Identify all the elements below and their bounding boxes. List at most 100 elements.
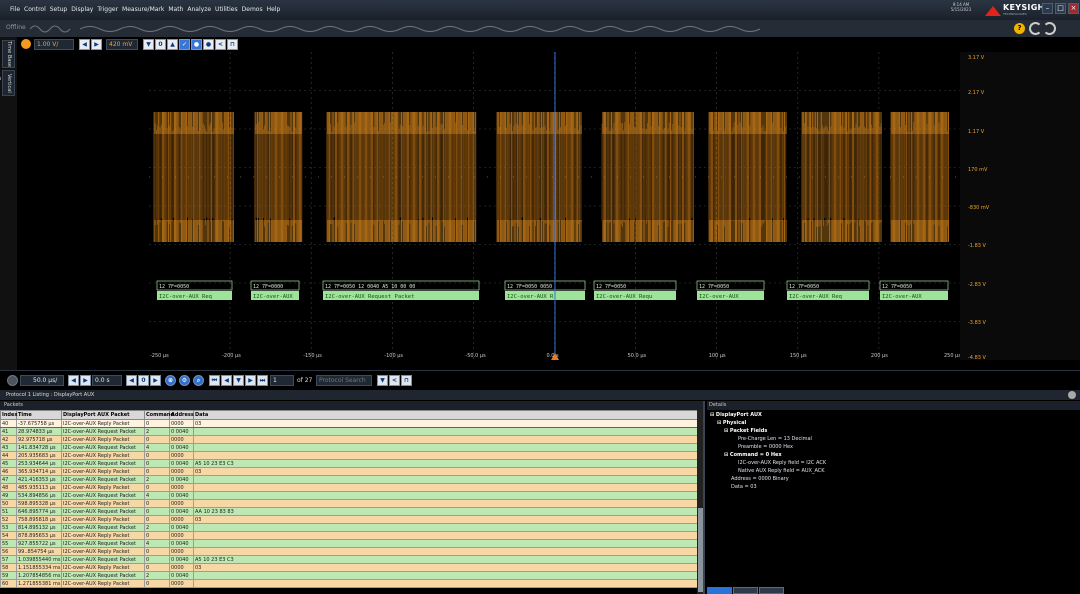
search-first-button[interactable]: ⏮	[209, 375, 220, 386]
menu-trigger[interactable]: Trigger	[95, 0, 120, 20]
table-row[interactable]: 52 758.895818 µs I2C-over-AUX Reply Packet…	[1, 516, 698, 524]
protocol-search-input[interactable]	[316, 375, 372, 386]
zoom-icon[interactable]: ⊕	[165, 375, 176, 386]
channel-offset-field[interactable]: 420 mV	[106, 39, 138, 50]
table-row[interactable]: 50 598.895328 µs I2C-over-AUX Reply Packet…	[1, 500, 698, 508]
menu-math[interactable]: Math	[166, 0, 185, 20]
menu-file[interactable]: File	[8, 0, 22, 20]
timebase-field[interactable]: 50.0 µs/	[20, 375, 64, 386]
table-row[interactable]: 57 1.039855440 ms I2C-over-AUX Request Pac…	[1, 556, 698, 564]
help-icon[interactable]: ?	[1014, 23, 1025, 34]
overview-waveform[interactable]	[30, 21, 1030, 36]
column-header[interactable]: Time	[17, 411, 62, 420]
detail-tree-item[interactable]: ⊟ Command = 0 Hex	[724, 452, 782, 458]
detail-tree-item[interactable]: ⊟ Physical	[717, 420, 746, 426]
detail-tree-item[interactable]: Pre-Charge Len = 13 Decimal	[738, 436, 812, 442]
table-cell: 0	[145, 516, 170, 524]
menu-utilities[interactable]: Utilities	[213, 0, 240, 20]
table-row[interactable]: 43 141.834728 µs I2C-over-AUX Request Pack…	[1, 444, 698, 452]
menu-control[interactable]: Control	[22, 0, 48, 20]
waveform-grid[interactable]: 12 7F=0050 I2C-over-AUX Req 12 7F=0000 I2C-…	[149, 52, 960, 360]
table-row[interactable]: 54 878.895653 µs I2C-over-AUX Reply Packet…	[1, 532, 698, 540]
close-button[interactable]: ×	[1068, 3, 1079, 14]
table-row[interactable]: 42 92.975718 µs I2C-over-AUX Reply Packet 0…	[1, 436, 698, 444]
table-cell: 45	[1, 460, 17, 468]
timebase-up-button[interactable]: ▶	[80, 375, 91, 386]
detail-tree-item[interactable]: Data = 03	[731, 484, 757, 490]
menu-setup[interactable]: Setup	[48, 0, 69, 20]
tab-timebase[interactable]: Time Base	[2, 40, 15, 68]
table-row[interactable]: 47 421.416353 µs I2C-over-AUX Request Pack…	[1, 476, 698, 484]
menu-analyze[interactable]: Analyze	[185, 0, 213, 20]
detail-tree-item[interactable]: Address = 0000 Binary	[731, 476, 789, 482]
detail-tree-item[interactable]: Preamble = 0000 Hex	[738, 444, 793, 450]
column-header[interactable]: DisplayPort AUX Packet	[62, 411, 145, 420]
search-index-field[interactable]: 1	[270, 375, 294, 386]
protocol-menu-icon[interactable]	[1068, 391, 1076, 399]
table-row[interactable]: 56 99..854754 µs I2C-over-AUX Reply Packet…	[1, 548, 698, 556]
table-row[interactable]: 49 534.894856 µs I2C-over-AUX Request Pack…	[1, 492, 698, 500]
channel-scale-field[interactable]: 1.00 V/	[34, 39, 74, 50]
column-header[interactable]: Index	[1, 411, 17, 420]
table-row[interactable]: 53 814.895132 µs I2C-over-AUX Request Pack…	[1, 524, 698, 532]
table-row[interactable]: 46 365.934714 µs I2C-over-AUX Reply Packet…	[1, 468, 698, 476]
menu-help[interactable]: Help	[265, 0, 283, 20]
search-last-button[interactable]: ⏭	[257, 375, 268, 386]
undo-icon[interactable]	[1029, 22, 1042, 35]
tab-details-3[interactable]	[759, 587, 784, 594]
position-center-button[interactable]: 0	[138, 375, 149, 386]
timebase-down-button[interactable]: ◀	[68, 375, 79, 386]
minimize-button[interactable]: –	[1042, 3, 1053, 14]
position-right-button[interactable]: ▶	[150, 375, 161, 386]
column-header[interactable]: Data	[194, 411, 698, 420]
search-icon[interactable]: ⌕	[193, 375, 204, 386]
table-row[interactable]: 41 28.974833 µs I2C-over-AUX Request Packe…	[1, 428, 698, 436]
channel-pin-icon[interactable]: ⊓	[227, 39, 238, 50]
search-prev-button[interactable]: ◀	[221, 375, 232, 386]
detail-tree-item[interactable]: ⊟ Packet Fields	[724, 428, 767, 434]
channel-zero-button[interactable]: 0	[155, 39, 166, 50]
search-options-button[interactable]: ▼	[377, 375, 388, 386]
channel-color-button[interactable]: ●	[191, 39, 202, 50]
table-row[interactable]: 48 485.935113 µs I2C-over-AUX Reply Packet…	[1, 484, 698, 492]
channel-invert-button[interactable]: ▼	[143, 39, 154, 50]
channel-menu-button[interactable]: ●	[203, 39, 214, 50]
table-row[interactable]: 59 1.207854856 ms I2C-over-AUX Request Pac…	[1, 572, 698, 580]
detail-tree-item[interactable]: Native AUX Reply field = AUX_ACK	[738, 468, 825, 474]
column-header[interactable]: Command	[145, 411, 170, 420]
table-row[interactable]: 58 1.151855334 ms I2C-over-AUX Reply Packe…	[1, 564, 698, 572]
position-left-button[interactable]: ◀	[126, 375, 137, 386]
redo-icon[interactable]	[1043, 22, 1056, 35]
detail-tree-item[interactable]: ⊟ DisplayPort AUX	[710, 412, 762, 418]
tab-details-2[interactable]	[733, 587, 758, 594]
channel-1-indicator[interactable]	[21, 39, 31, 49]
table-row[interactable]: 44 205.935683 µs I2C-over-AUX Reply Packet…	[1, 452, 698, 460]
search-pin-icon[interactable]: ⊓	[401, 375, 412, 386]
table-row[interactable]: 55 927.855722 µs I2C-over-AUX Request Pack…	[1, 540, 698, 548]
tab-vertical[interactable]: Vertical Base	[2, 70, 15, 96]
search-next-button[interactable]: ▶	[245, 375, 256, 386]
scroll-thumb[interactable]	[698, 508, 704, 592]
horizontal-icon[interactable]	[7, 375, 18, 386]
detail-tree-item[interactable]: I2C-over-AUX Reply field = I2C ACK	[738, 460, 826, 466]
channel-up-button[interactable]: ▲	[167, 39, 178, 50]
position-field[interactable]: 0.0 s	[92, 375, 122, 386]
column-header[interactable]: Address	[170, 411, 194, 420]
menu-measuremark[interactable]: Measure/Mark	[120, 0, 166, 20]
search-down-button[interactable]: ▼	[233, 375, 244, 386]
channel-enable-checkbox[interactable]: ✓	[179, 39, 190, 50]
menu-display[interactable]: Display	[69, 0, 95, 20]
channel-scale-down-button[interactable]: ◀	[79, 39, 90, 50]
channel-back-icon[interactable]: <	[215, 39, 226, 50]
search-back-icon[interactable]: <	[389, 375, 400, 386]
table-row[interactable]: 45 253.934644 µs I2C-over-AUX Request Pack…	[1, 460, 698, 468]
channel-scale-up-button[interactable]: ▶	[91, 39, 102, 50]
table-row[interactable]: 51 646.895774 µs I2C-over-AUX Request Pack…	[1, 508, 698, 516]
menu-demos[interactable]: Demos	[240, 0, 265, 20]
table-row[interactable]: 60 1.271855381 ms I2C-over-AUX Reply Packe…	[1, 580, 698, 588]
settings-icon[interactable]: ⚙	[179, 375, 190, 386]
restore-button[interactable]: □	[1055, 3, 1066, 14]
tab-details-1[interactable]	[707, 587, 732, 594]
packets-scrollbar[interactable]	[697, 410, 705, 594]
table-row[interactable]: 40 -37.675758 µs I2C-over-AUX Reply Packet…	[1, 420, 698, 428]
